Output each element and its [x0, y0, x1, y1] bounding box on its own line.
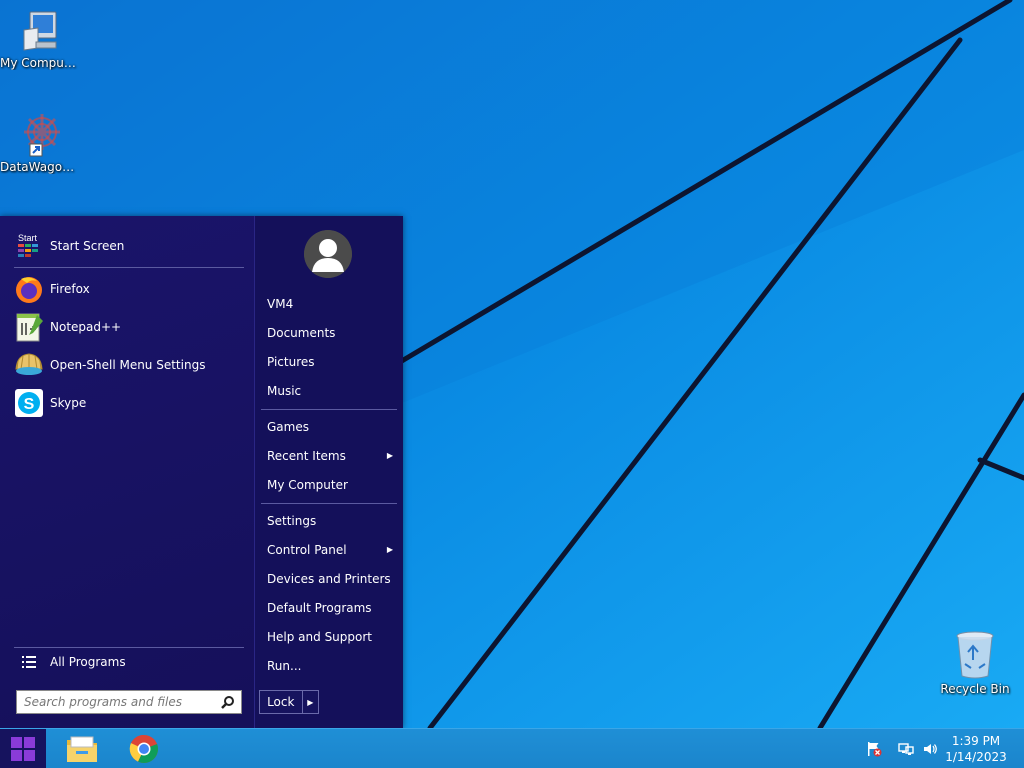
desktop-icon-label: DataWagon...	[0, 160, 80, 174]
action-center-flag-icon[interactable]	[866, 741, 882, 757]
lock-button[interactable]: Lock ▶	[259, 690, 319, 714]
menu-item-games[interactable]: Games	[267, 415, 397, 439]
menu-item-devices-printers[interactable]: Devices and Printers	[267, 567, 397, 591]
datawagon-shortcut-icon	[24, 114, 60, 157]
file-explorer-icon	[67, 736, 97, 762]
user-avatar[interactable]	[304, 230, 352, 278]
svg-text:S: S	[24, 396, 35, 413]
menu-item-label: Control Panel	[267, 543, 347, 557]
start-menu-places-pane: VM4 Documents Pictures Music Games Recen…	[254, 216, 403, 728]
menu-item-label: Music	[267, 384, 302, 398]
menu-item-label: VM4	[267, 297, 294, 311]
menu-item-label: Run...	[267, 659, 302, 673]
menu-item-my-computer[interactable]: My Computer	[267, 473, 397, 497]
program-label: Start Screen	[50, 239, 125, 253]
submenu-arrow-icon: ▶	[386, 545, 393, 554]
separator	[261, 409, 397, 410]
search-icon[interactable]	[221, 695, 235, 712]
network-icon[interactable]	[898, 741, 914, 757]
search-input[interactable]	[24, 695, 214, 709]
program-label: Open-Shell Menu Settings	[50, 358, 206, 372]
start-screen-icon: Start	[12, 230, 46, 262]
desktop-icon-label: My Computer	[0, 56, 80, 70]
menu-item-label: Recent Items	[267, 449, 346, 463]
start-menu: Start Start Screen Firefox Notepad++ Ope…	[0, 216, 403, 728]
recycle-bin-icon	[956, 631, 994, 679]
volume-icon[interactable]	[922, 741, 938, 757]
desktop-icon-datawagon[interactable]: DataWagon...	[0, 112, 80, 174]
menu-item-documents[interactable]: Documents	[267, 321, 397, 345]
taskbar-file-explorer[interactable]	[54, 729, 110, 768]
menu-item-help-support[interactable]: Help and Support	[267, 625, 397, 649]
menu-item-label: Games	[267, 420, 309, 434]
power-options-arrow-icon[interactable]: ▶	[303, 698, 318, 707]
open-shell-icon	[12, 349, 46, 381]
program-open-shell-settings[interactable]: Open-Shell Menu Settings	[12, 347, 244, 383]
windows-logo-icon	[11, 737, 35, 761]
separator	[14, 267, 244, 268]
search-box[interactable]	[16, 690, 242, 714]
menu-item-default-programs[interactable]: Default Programs	[267, 596, 397, 620]
firefox-icon	[12, 273, 46, 305]
program-label: Notepad++	[50, 320, 122, 334]
chrome-icon	[129, 734, 159, 763]
lock-label[interactable]: Lock	[260, 691, 303, 713]
menu-item-user[interactable]: VM4	[267, 292, 397, 316]
start-screen-badge: Start	[18, 233, 38, 243]
program-skype[interactable]: S Skype	[12, 385, 244, 421]
separator	[261, 503, 397, 504]
program-label: Skype	[50, 396, 87, 410]
menu-item-settings[interactable]: Settings	[267, 509, 397, 533]
desktop-icon-label: Recycle Bin	[940, 682, 1010, 696]
all-programs-label: All Programs	[50, 655, 126, 669]
desktop-icon-recycle-bin[interactable]: Recycle Bin	[935, 630, 1015, 696]
clock-time: 1:39 PM	[951, 734, 1001, 748]
menu-item-music[interactable]: Music	[267, 379, 397, 403]
program-start-screen[interactable]: Start Start Screen	[12, 228, 244, 264]
user-icon	[304, 230, 352, 278]
notepadpp-icon	[12, 311, 46, 343]
program-notepadpp[interactable]: Notepad++	[12, 309, 244, 345]
taskbar: 1:39 PM 1/14/2023	[0, 728, 1024, 768]
start-button[interactable]	[0, 729, 46, 768]
menu-item-label: Help and Support	[267, 630, 372, 644]
taskbar-chrome[interactable]	[116, 729, 172, 768]
menu-item-label: Default Programs	[267, 601, 372, 615]
menu-item-label: Pictures	[267, 355, 315, 369]
menu-item-label: Devices and Printers	[267, 572, 391, 586]
menu-item-label: Settings	[267, 514, 317, 528]
menu-item-run[interactable]: Run...	[267, 654, 397, 678]
taskbar-clock[interactable]: 1:39 PM 1/14/2023	[944, 733, 1008, 765]
submenu-arrow-icon: ▶	[386, 451, 393, 460]
clock-date: 1/14/2023	[945, 750, 1007, 764]
menu-item-label: Documents	[267, 326, 336, 340]
desktop-icon-my-computer[interactable]: My Computer	[0, 10, 80, 70]
skype-icon: S	[12, 387, 46, 419]
start-menu-programs-pane: Start Start Screen Firefox Notepad++ Ope…	[0, 216, 254, 728]
menu-item-control-panel[interactable]: Control Panel ▶	[267, 538, 397, 562]
program-label: Firefox	[50, 282, 90, 296]
menu-item-label: My Computer	[267, 478, 348, 492]
menu-item-recent-items[interactable]: Recent Items ▶	[267, 444, 397, 468]
computer-icon	[23, 11, 57, 51]
list-icon	[12, 646, 46, 678]
program-firefox[interactable]: Firefox	[12, 271, 244, 307]
all-programs-button[interactable]: All Programs	[12, 645, 244, 679]
menu-item-pictures[interactable]: Pictures	[267, 350, 397, 374]
